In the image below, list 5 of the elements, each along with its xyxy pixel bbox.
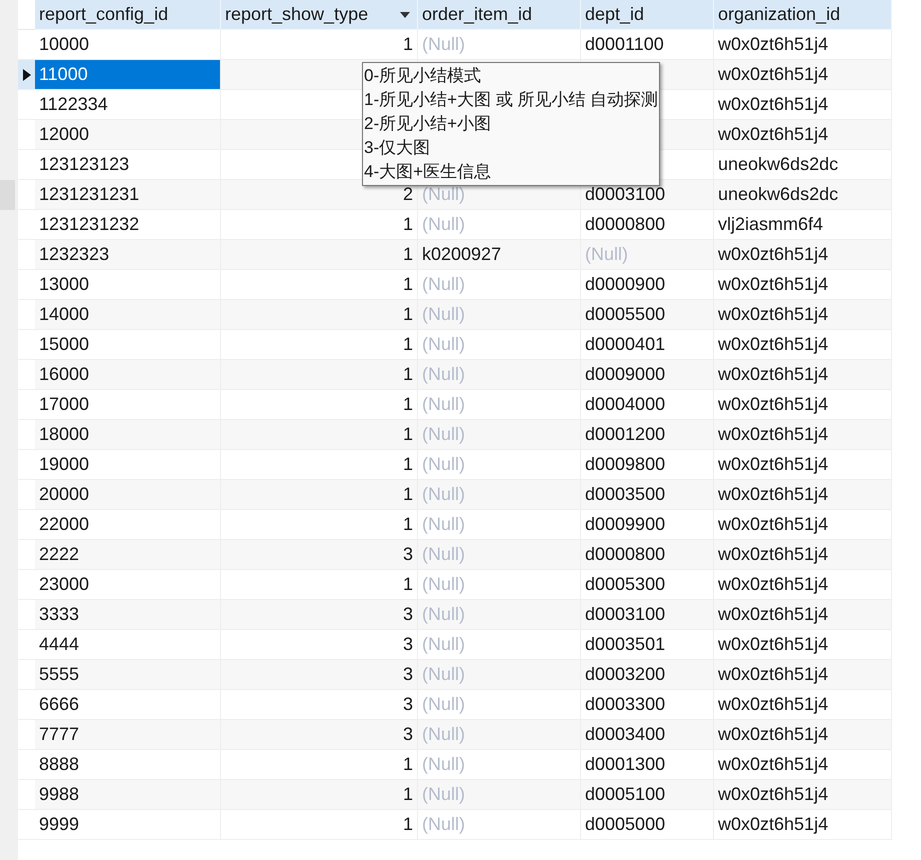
tooltip-line: 2-所见小结+小图: [364, 113, 492, 135]
tooltip-line: 1-所见小结+大图 或 所见小结 自动探测: [364, 89, 658, 111]
tooltip-line: 3-仅大图: [364, 137, 432, 159]
tooltip-line: 4-大图+医生信息: [364, 161, 492, 183]
tooltip-line: 0-所见小结模式: [364, 65, 482, 87]
